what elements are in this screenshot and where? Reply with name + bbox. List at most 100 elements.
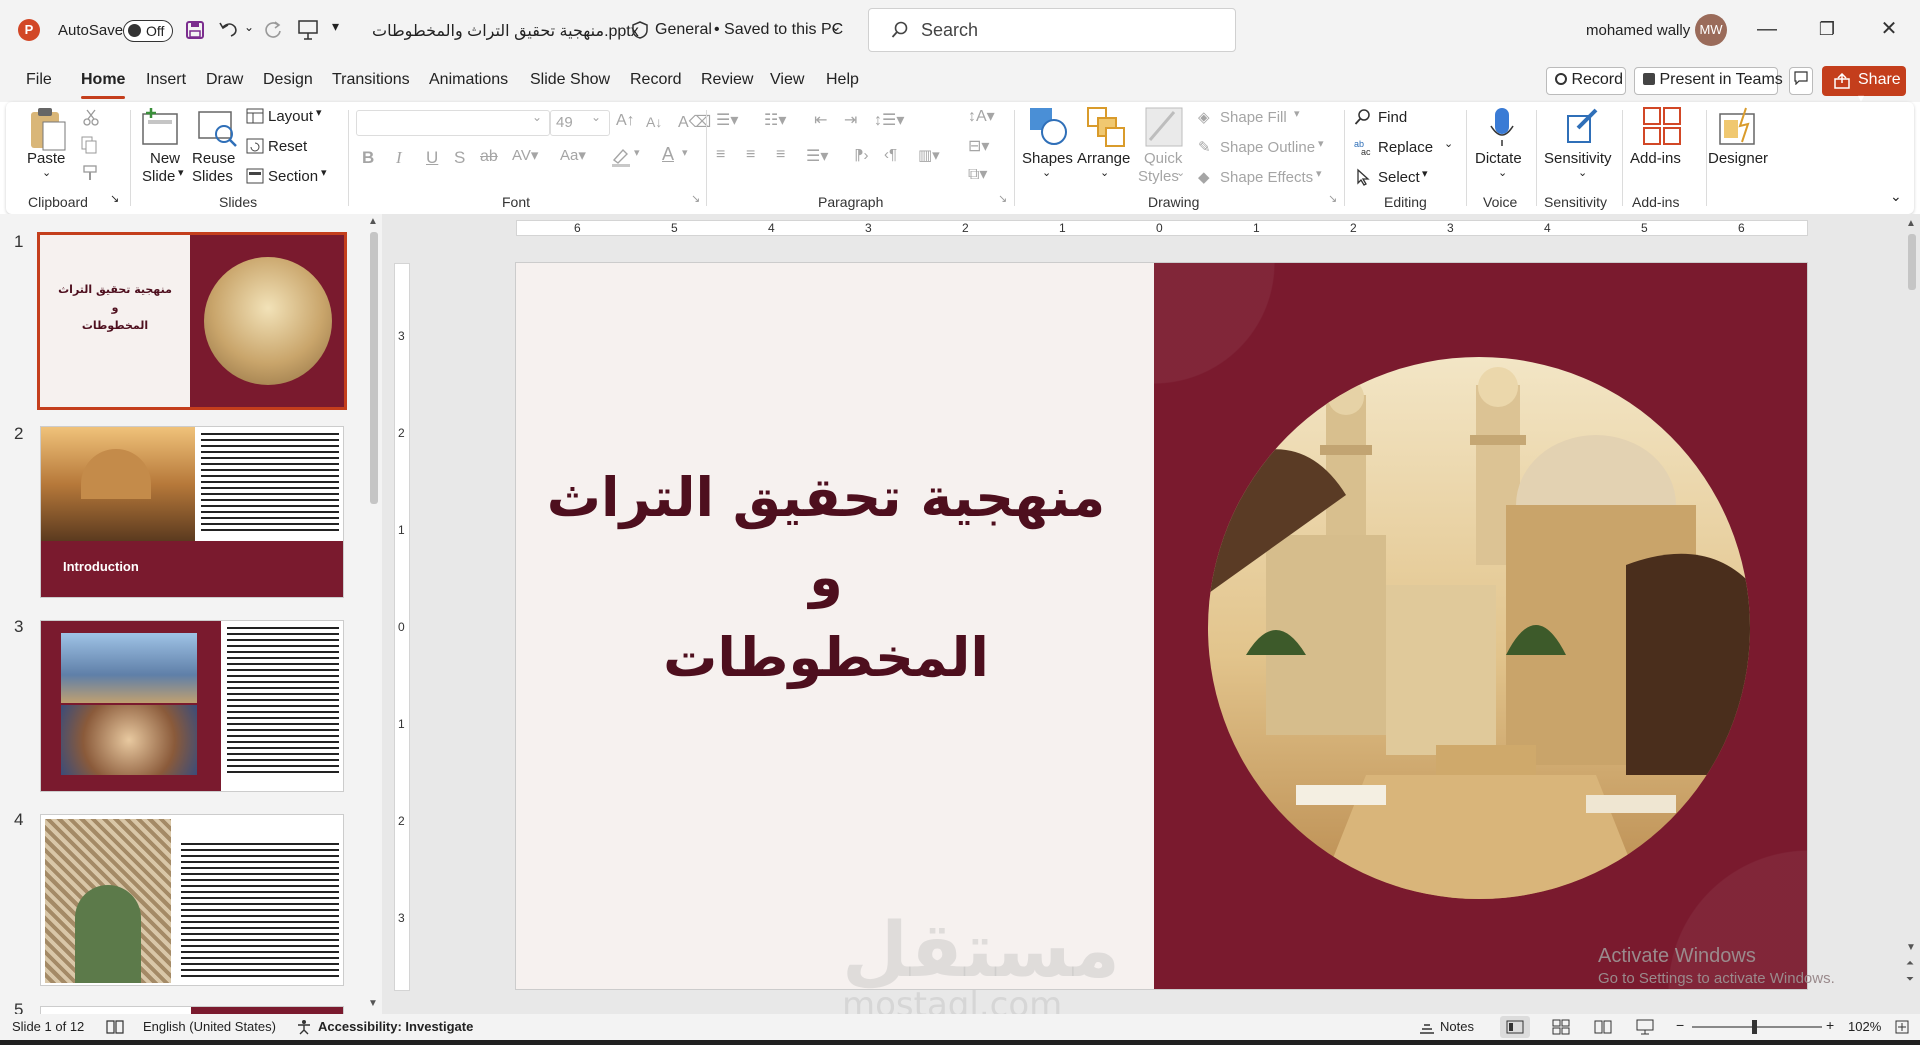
zoom-level[interactable]: 102% [1848,1019,1881,1034]
add-ins-button-label[interactable]: Add-ins [1630,150,1681,167]
search-box[interactable]: Search [868,8,1236,52]
paste-dropdown-icon[interactable]: ⌄ [42,166,51,179]
tab-transitions[interactable]: Transitions [332,71,410,89]
slide-count[interactable]: Slide 1 of 12 [12,1019,84,1034]
undo-dropdown-icon[interactable]: ⌄ [244,20,254,34]
text-shadow-icon[interactable]: S [454,148,465,168]
dialog-launcher-icon[interactable]: ↘ [998,192,1007,205]
smartart-icon[interactable]: ⧉▾ [968,164,987,184]
shapes-label[interactable]: Shapes [1022,150,1073,167]
tab-help[interactable]: Help [826,71,859,89]
slide-thumbnail-4[interactable] [40,814,344,986]
columns-icon[interactable]: ▥▾ [918,146,940,164]
font-color-icon[interactable]: A [662,144,674,165]
font-color-dropdown-icon[interactable]: ▾ [682,146,688,159]
shape-effects-dropdown-icon[interactable]: ▾ [1316,167,1322,180]
character-spacing-icon[interactable]: AV▾ [512,146,538,164]
autosave-toggle[interactable]: Off [123,20,173,42]
replace-icon[interactable]: abac [1354,138,1372,156]
pen-icon[interactable]: ✎ [1198,138,1211,156]
underline-icon[interactable]: U [426,148,438,168]
zoom-slider-track[interactable] [1692,1026,1822,1028]
previous-slide-icon[interactable]: ⏶ [1906,958,1914,969]
change-case-icon[interactable]: Aa▾ [560,146,586,164]
bullets-icon[interactable]: ☰▾ [716,110,738,130]
scroll-up-icon[interactable]: ▲ [368,216,378,227]
shape-effects-icon[interactable]: ◆ [1198,168,1210,186]
new-slide-icon[interactable] [141,106,181,148]
shapes-dropdown-icon[interactable]: ⌄ [1042,166,1051,179]
dictate-label[interactable]: Dictate [1475,150,1522,167]
tab-record[interactable]: Record [630,71,682,89]
shape-fill-dropdown-icon[interactable]: ▾ [1294,107,1300,120]
undo-icon[interactable] [218,19,240,39]
zoom-slider-thumb[interactable] [1752,1020,1757,1034]
quick-styles-icon[interactable] [1144,106,1184,148]
arrange-icon[interactable] [1086,106,1126,148]
dialog-launcher-icon[interactable]: ↘ [110,192,119,205]
city-image[interactable] [1206,355,1752,901]
tab-slide-show[interactable]: Slide Show [530,71,610,89]
layout-label[interactable]: Layout [268,108,313,125]
quick-styles-dropdown-icon[interactable]: ⌄ [1176,166,1185,179]
shape-outline-label[interactable]: Shape Outline [1220,139,1315,156]
align-center-icon[interactable]: ≡ [746,146,755,164]
normal-view-icon[interactable] [1500,1016,1530,1038]
shape-outline-dropdown-icon[interactable]: ▾ [1318,137,1324,150]
tab-animations[interactable]: Animations [429,71,508,89]
zoom-out-icon[interactable]: − [1676,1017,1684,1033]
sensitivity-label[interactable]: General [655,21,712,39]
reading-view-icon[interactable] [1594,1019,1612,1035]
save-status[interactable]: • Saved to this PC [714,21,843,39]
dictate-dropdown-icon[interactable]: ⌄ [1498,166,1507,179]
shape-fill-label[interactable]: Shape Fill [1220,109,1287,126]
quick-styles-label-1[interactable]: Quick [1144,150,1182,167]
fit-to-window-icon[interactable] [1894,1019,1910,1035]
reset-label[interactable]: Reset [268,138,307,155]
select-dropdown-icon[interactable]: ▾ [1422,167,1428,180]
tab-draw[interactable]: Draw [206,71,243,89]
redo-icon[interactable] [263,19,285,39]
slide-sorter-icon[interactable] [1552,1019,1570,1035]
format-painter-icon[interactable] [82,164,100,182]
designer-icon[interactable] [1718,106,1758,146]
tab-review[interactable]: Review [701,71,753,89]
bold-icon[interactable]: B [362,148,374,168]
dialog-launcher-icon[interactable]: ↘ [1328,192,1337,205]
replace-dropdown-icon[interactable]: ⌄ [1444,137,1453,150]
tab-insert[interactable]: Insert [146,71,186,89]
next-slide-icon[interactable]: ⏷ [1906,974,1914,985]
arrange-dropdown-icon[interactable]: ⌄ [1100,166,1109,179]
tab-view[interactable]: View [770,71,804,89]
strikethrough-icon[interactable]: ab [480,148,498,166]
scroll-up-icon[interactable]: ▲ [1906,218,1916,229]
avatar[interactable]: MW [1695,14,1727,46]
zoom-in-icon[interactable]: + [1826,1017,1834,1033]
section-icon[interactable] [246,168,264,184]
section-dropdown-icon[interactable]: ▾ [321,166,327,179]
reset-icon[interactable] [246,138,264,154]
minimize-icon[interactable]: — [1752,14,1782,44]
designer-label[interactable]: Designer [1708,150,1768,167]
font-size-dropdown-icon[interactable]: ⌄ [591,110,601,124]
numbering-icon[interactable]: ☷▾ [764,110,786,130]
reuse-slides-icon[interactable] [196,106,238,148]
user-name[interactable]: mohamed wally [1586,22,1690,39]
collapse-ribbon-icon[interactable]: ⌄ [1890,188,1902,205]
slide-canvas[interactable]: منهجية تحقيق التراث و المخطوطات [515,262,1808,990]
line-spacing-icon[interactable]: ↕☰▾ [874,110,904,130]
new-slide-label-1[interactable]: New [150,150,180,167]
text-direction-icon[interactable]: ↕A▾ [968,106,995,126]
layout-icon[interactable] [246,108,264,124]
cut-icon[interactable] [82,108,100,126]
tab-file[interactable]: File [26,71,52,89]
find-label[interactable]: Find [1378,109,1407,126]
restore-icon[interactable]: ❐ [1812,14,1842,44]
quick-styles-label-2[interactable]: Styles [1138,168,1179,185]
slide-title[interactable]: منهجية تحقيق التراث و المخطوطات [546,458,1106,698]
paste-label[interactable]: Paste [27,150,65,167]
layout-dropdown-icon[interactable]: ▾ [316,106,322,119]
sensitivity-icon[interactable] [1564,106,1600,146]
find-icon[interactable] [1354,108,1372,126]
increase-indent-icon[interactable]: ⇥ [844,110,857,130]
